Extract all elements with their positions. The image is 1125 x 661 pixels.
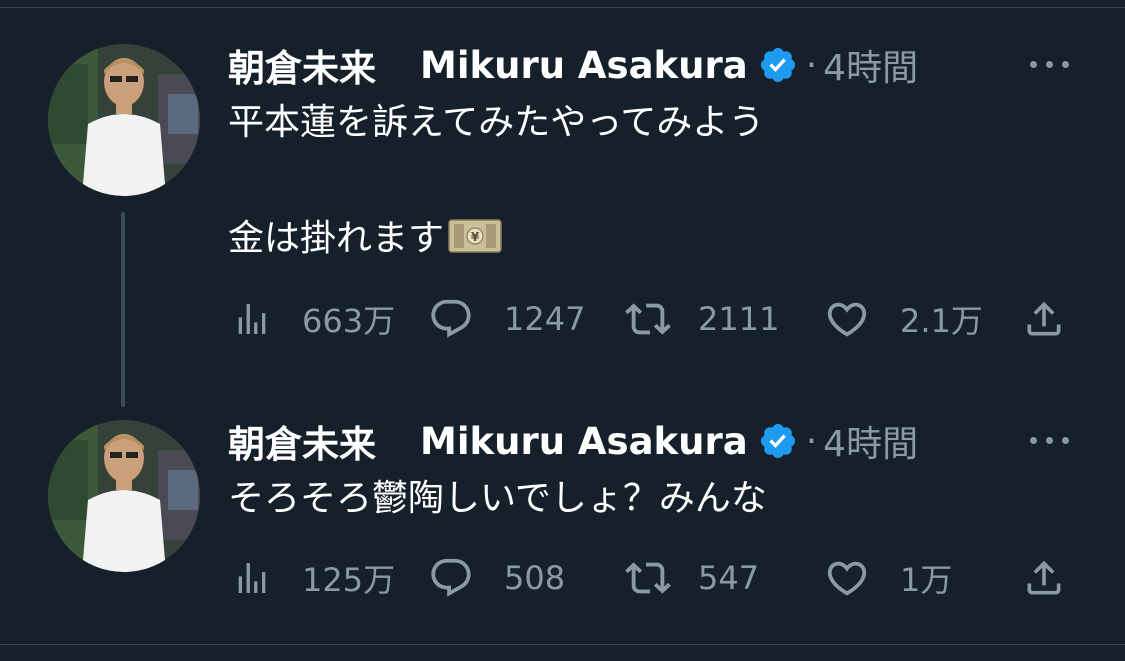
verified-badge-icon xyxy=(758,45,798,85)
more-icon[interactable] xyxy=(1028,44,1072,84)
tweet-text-line xyxy=(228,152,764,210)
like-count: 2.1万 xyxy=(900,302,983,340)
tweet-text-line: 平本蓮を訴えてみたやってみよう xyxy=(228,102,765,143)
tweet-actions: 663万 1247 2111 2.1万 xyxy=(228,294,1088,344)
views-count: 125万 xyxy=(302,561,396,599)
display-name[interactable]: 朝倉未来 xyxy=(228,38,376,92)
like-icon xyxy=(827,302,867,337)
tweet-text: 平本蓮を訴えてみたやってみよう 金は掛れます ¥ xyxy=(228,94,764,272)
reply-icon xyxy=(431,299,471,338)
reply-count: 508 xyxy=(504,559,566,597)
timestamp[interactable]: 4時間 xyxy=(823,415,918,467)
analytics-icon xyxy=(238,304,266,334)
analytics-icon xyxy=(238,563,266,593)
retweet-count: 547 xyxy=(698,559,760,597)
account-name[interactable]: Mikuru Asakura xyxy=(420,420,748,463)
like-button[interactable]: 1万 xyxy=(824,553,952,603)
more-icon[interactable] xyxy=(1028,420,1072,460)
display-name[interactable]: 朝倉未来 xyxy=(228,414,376,468)
tweet-text-line: そろそろ鬱陶しいでしょ？みんな xyxy=(228,478,767,519)
separator-dot: · xyxy=(805,420,818,462)
svg-text:¥: ¥ xyxy=(471,230,480,244)
views-count: 663万 xyxy=(302,302,396,340)
retweet-icon xyxy=(625,562,671,594)
verified-badge-icon xyxy=(758,421,798,461)
reply-icon xyxy=(431,558,471,597)
account-name[interactable]: Mikuru Asakura xyxy=(420,44,748,87)
tweet-actions: 125万 508 547 1万 xyxy=(228,553,1088,603)
like-count: 1万 xyxy=(900,561,953,599)
reply-count: 1247 xyxy=(504,300,586,338)
share-button[interactable] xyxy=(1022,294,1066,344)
views-button[interactable]: 663万 xyxy=(232,294,395,344)
share-icon xyxy=(1027,301,1061,336)
tweet-text-segment: 金は掛れます xyxy=(228,218,445,259)
like-icon xyxy=(827,561,867,596)
bottom-divider xyxy=(0,644,1125,645)
views-button[interactable]: 125万 xyxy=(232,553,395,603)
separator-dot: · xyxy=(805,44,818,86)
tweet-text-line: 金は掛れます ¥ xyxy=(228,210,764,272)
avatar[interactable] xyxy=(48,420,200,572)
share-icon xyxy=(1027,560,1061,595)
tweet-header: 朝倉未来 Mikuru Asakura · 4時間 xyxy=(228,414,918,468)
retweet-icon xyxy=(625,303,671,335)
like-button[interactable]: 2.1万 xyxy=(824,294,983,344)
retweet-button[interactable]: 547 xyxy=(622,553,759,603)
reply-button[interactable]: 1247 xyxy=(428,294,585,344)
retweet-count: 2111 xyxy=(698,300,780,338)
timestamp[interactable]: 4時間 xyxy=(823,39,918,91)
top-divider xyxy=(0,7,1125,8)
thread-connector-line xyxy=(121,212,125,407)
avatar[interactable] xyxy=(48,44,200,196)
tweet-header: 朝倉未来 Mikuru Asakura · 4時間 xyxy=(228,38,918,92)
retweet-button[interactable]: 2111 xyxy=(622,294,779,344)
tweet-text: そろそろ鬱陶しいでしょ？みんな xyxy=(228,470,767,528)
money-icon: ¥ xyxy=(448,214,502,272)
reply-button[interactable]: 508 xyxy=(428,553,565,603)
share-button[interactable] xyxy=(1022,553,1066,603)
